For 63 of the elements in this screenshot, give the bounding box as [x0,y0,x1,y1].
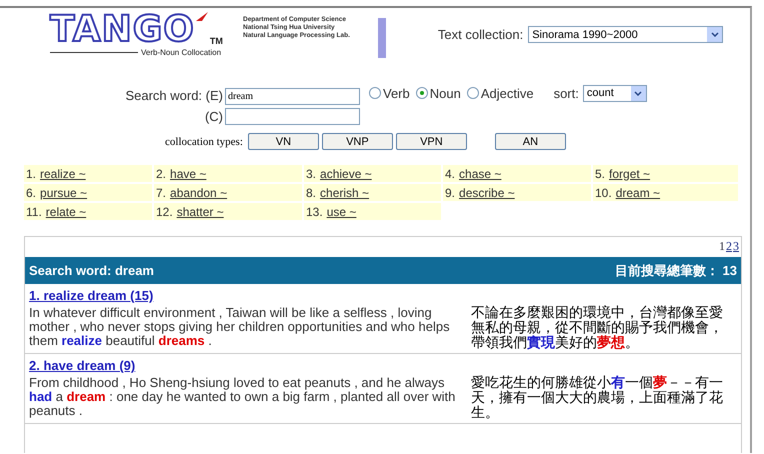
trademark: TM [210,36,223,46]
logo-subtitle: Verb-Noun Collocation [141,48,222,57]
collocate-link[interactable]: achieve ~ [320,166,372,180]
chinese-sentence: 不論在多麼艱困的環境中，台灣都像至愛無私的母親，從不間斷的賜予我們機會，帶領我們實現美好的夢想。 [471,306,724,351]
sort-label: sort: [554,86,579,100]
collocate-link[interactable]: forget ~ [609,166,650,180]
collocation-types-label: collocation types: [165,136,243,148]
collocate-number: 10. [595,186,612,200]
collocate-link[interactable]: describe ~ [459,186,515,200]
collocate-link[interactable]: cherish ~ [320,186,370,200]
collocation-type-button[interactable]: VNP [322,133,393,150]
chevron-icon [710,32,719,37]
collocate-link[interactable]: relate ~ [46,204,86,218]
search-word-heading: Search word: dream [29,263,154,278]
accent-bar [378,18,386,58]
collocate-number: 8. [306,186,316,200]
result-title-link[interactable]: 2. have dream (9) [29,358,136,373]
total-count: 目前搜尋總筆數： 13 [614,262,737,280]
collocation-type-button[interactable]: VN [248,133,319,150]
collocate-number: 7. [156,186,166,200]
collocate-link[interactable]: abandon ~ [170,186,228,200]
page-link[interactable]: 1 [719,239,725,254]
collocate-number: 6. [26,186,36,200]
page-link[interactable]: 2 [726,239,732,254]
collocate-link[interactable]: use ~ [326,204,356,218]
english-sentence: In whatever difficult environment , Taiwan will be like a selfless , loving mother , who never stops giving her children opportunities and who helps them realize beautiful dreams . [29,306,451,350]
chevron-icon [634,90,642,96]
chinese-sentence: 愛吃花生的何勝雄從小有一個夢－－有一天，擁有一個大大的農場，上面種滿了花生。 [471,376,724,421]
collocate-link[interactable]: pursue ~ [40,186,88,200]
page-link[interactable]: 3 [733,239,739,254]
logo-title: TANGO [50,12,195,48]
arrow-icon [196,12,208,22]
radio-circle[interactable] [369,87,381,99]
collocate-number: 5. [595,166,606,180]
collocate-link[interactable]: have ~ [170,166,206,180]
collocate-link[interactable]: chase ~ [459,166,502,180]
collocate-number: 13. [306,204,323,218]
collocate-number: 4. [445,166,456,180]
collocate-number: 11. [26,204,42,218]
collocate-number: 2. [156,166,166,180]
collocate-number: 12. [156,204,173,218]
english-input[interactable]: dream [225,88,360,105]
result-title-link[interactable]: 1. realize dream (15) [29,288,154,303]
english-sentence: From childhood , Ho Sheng-hsiung loved to eat peanuts , and he always had a dream : one day he wanted to own a big farm , planted all over with peanuts . [29,376,456,420]
collection-label: Text collection: [438,27,524,42]
pos-radio[interactable]: Verb [369,86,410,100]
chinese-label: (C) [204,109,223,124]
chinese-input[interactable] [225,108,360,125]
collocate-link[interactable]: dream ~ [616,186,660,200]
collocate-number: 3. [306,166,316,180]
collocate-number: 9. [445,186,456,200]
search-label: Search word: (E) [125,88,223,103]
radio-circle[interactable] [416,87,428,99]
radio-circle[interactable] [466,87,479,99]
sort-select[interactable]: count [582,84,647,102]
pos-radio[interactable]: Noun [416,86,461,100]
pos-radio[interactable]: Adjective [466,86,534,100]
collocate-link[interactable]: realize ~ [40,166,86,180]
collocate-number: 1. [26,166,36,180]
collocation-type-button[interactable]: AN [494,133,566,150]
collection-select[interactable]: Sinorama 1990~2000 [528,26,724,43]
collocation-type-button[interactable]: VPN [396,133,467,150]
collocate-link[interactable]: shatter ~ [176,204,224,218]
